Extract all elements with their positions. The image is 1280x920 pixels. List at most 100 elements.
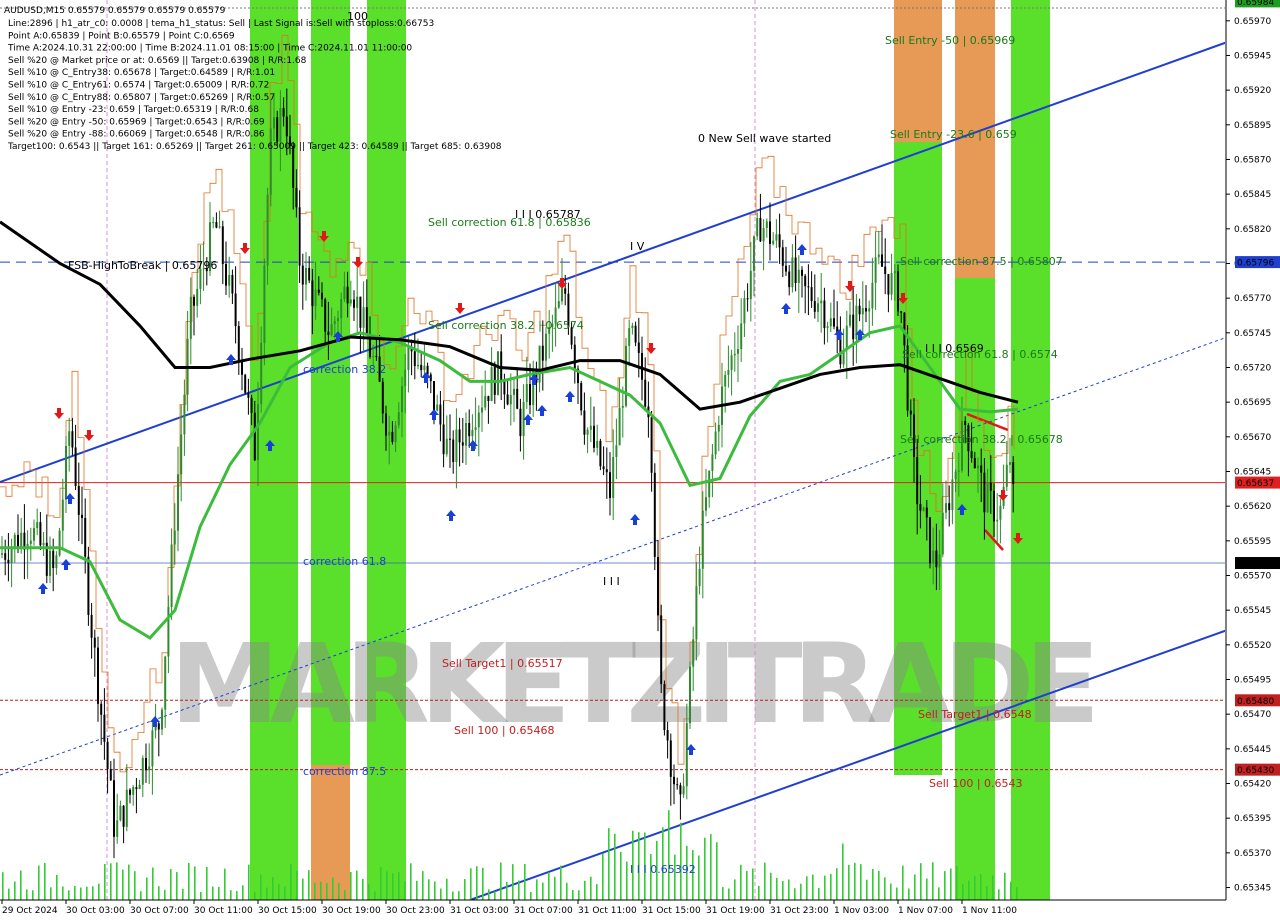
candle-body — [749, 270, 752, 300]
volume-bar — [410, 863, 412, 900]
volume-bar — [818, 888, 820, 900]
candle-body — [762, 228, 765, 242]
candle-body — [826, 326, 829, 328]
candle-body — [330, 323, 333, 336]
volume-bar — [884, 877, 886, 900]
candle-body — [33, 528, 35, 541]
volume-bar — [416, 880, 418, 900]
candle-body — [327, 331, 330, 336]
candle-body — [573, 344, 576, 369]
chart-svg: MARKETZITRADE Sell Entry -50 | 0.65969 Se… — [0, 0, 1280, 920]
green-moving-average — [0, 324, 1019, 640]
candle-body — [305, 267, 307, 285]
candle-body — [609, 472, 611, 498]
candle-body — [113, 780, 115, 837]
volume-bar — [650, 854, 652, 900]
candle-body — [417, 364, 419, 367]
volume-bar — [428, 879, 430, 900]
candle-body — [509, 394, 512, 405]
candle-body — [820, 300, 823, 304]
volume-bar — [362, 878, 364, 900]
volume-bar — [668, 810, 670, 900]
volume-bar — [236, 891, 238, 900]
time-tick-label: 31 Oct 07:00 — [514, 906, 573, 916]
chart-annotation: Sell Entry -23.6 | 0.659 — [890, 128, 1017, 141]
volume-bar — [320, 881, 322, 900]
volume-bar — [314, 882, 316, 900]
volume-bar — [476, 866, 478, 900]
candle-body — [897, 271, 899, 312]
candle-body — [385, 413, 387, 436]
candle-body — [503, 381, 506, 395]
candle-body — [445, 438, 448, 455]
volume-bar — [872, 868, 874, 900]
candle-body — [481, 407, 483, 413]
price-tick-label: 0.65395 — [1234, 814, 1271, 824]
volume-bar — [932, 862, 934, 900]
info-line: Sell %10 @ C_Entry38: 0.65678 | Target:0… — [8, 68, 275, 78]
candle-body — [701, 510, 704, 569]
candle-body — [692, 639, 695, 667]
price-tick-label: 0.65370 — [1234, 849, 1271, 859]
candle-body — [29, 540, 32, 544]
candle-body — [260, 342, 263, 405]
volume-bar — [422, 871, 424, 900]
price-tick-label: 0.65545 — [1234, 606, 1271, 616]
volume-bar — [998, 889, 1000, 900]
candle-body — [100, 703, 103, 715]
candle-body — [7, 559, 10, 564]
candle-body — [637, 342, 640, 353]
volume-bar — [56, 874, 58, 900]
volume-bar — [158, 886, 160, 900]
candle-body — [618, 407, 621, 446]
time-tick-label: 31 Oct 19:00 — [706, 906, 765, 916]
candle-body — [119, 805, 122, 821]
candle-body — [935, 550, 938, 568]
volume-bar — [878, 870, 880, 900]
candle-body — [893, 271, 896, 274]
candle-body — [10, 547, 13, 564]
candle-body — [349, 299, 352, 304]
candle-body — [564, 288, 567, 294]
volume-bar — [14, 881, 16, 900]
candle-body — [314, 289, 317, 307]
volume-bar — [980, 874, 982, 900]
volume-bar — [26, 889, 28, 900]
candle-body — [196, 288, 199, 306]
candle-body — [65, 445, 67, 500]
candle-body — [81, 514, 83, 518]
candle-body — [109, 769, 112, 781]
volume-bar — [164, 889, 166, 900]
candle-body — [237, 326, 240, 361]
volume-bar — [266, 887, 268, 900]
candle-body — [653, 472, 656, 557]
candle-body — [865, 308, 867, 312]
volume-bar — [110, 863, 112, 900]
candle-body — [189, 296, 192, 339]
time-axis-bg — [0, 900, 1280, 920]
candle-body — [93, 637, 96, 648]
candle-body — [301, 265, 304, 285]
candle-body — [929, 517, 931, 564]
price-tick-label: 0.65420 — [1234, 780, 1271, 790]
candle-body — [628, 328, 631, 346]
volume-bar — [530, 891, 532, 900]
volume-bar — [674, 854, 676, 900]
chart-annotation: I I I 0.65392 — [630, 863, 696, 876]
candle-body — [221, 226, 224, 265]
price-tag-label: 0.65796 — [1237, 259, 1274, 269]
price-tick-label: 0.65670 — [1234, 433, 1271, 443]
candle-body — [269, 128, 272, 195]
chart-annotation: Sell Target1 | 0.65517 — [442, 657, 563, 670]
candle-body — [823, 300, 826, 328]
volume-bar — [368, 884, 370, 900]
candle-body — [525, 384, 528, 402]
candle-body — [513, 388, 515, 395]
volume-bar — [284, 886, 286, 900]
volume-bar — [176, 872, 178, 900]
volume-bar — [278, 883, 280, 900]
volume-bar — [74, 885, 76, 900]
candle-body — [676, 784, 679, 786]
volume-bar — [170, 868, 172, 900]
candle-body — [561, 288, 563, 302]
